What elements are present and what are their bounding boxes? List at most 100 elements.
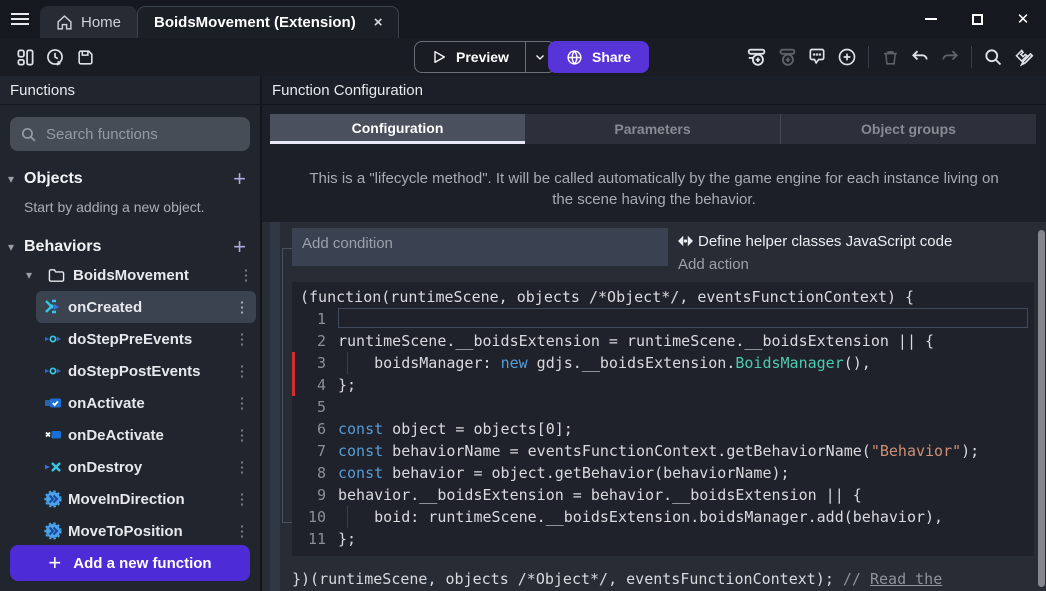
code-line[interactable]: 11 }; (292, 528, 1034, 550)
js-event-title[interactable]: Define helper classes JavaScript code (678, 228, 1034, 254)
share-label: Share (592, 49, 631, 65)
caret-down-icon[interactable]: ▾ (8, 172, 24, 186)
open-panels-button[interactable] (10, 42, 40, 72)
function-item-movetoposition[interactable]: MoveToPosition ⋮ (36, 515, 256, 547)
search-functions-box[interactable] (10, 117, 250, 151)
caret-down-icon[interactable]: ▾ (26, 268, 42, 282)
tab-close-icon[interactable]: × (374, 14, 383, 31)
toolbar-right (742, 42, 1038, 72)
code-line[interactable]: 5 (292, 396, 1034, 418)
kebab-menu-icon[interactable]: ⋮ (228, 298, 256, 316)
preview-button[interactable]: Preview (415, 42, 525, 72)
tab-object-groups[interactable]: Object groups (780, 114, 1036, 144)
objects-section-header[interactable]: ▾ Objects + (0, 165, 260, 193)
undo-button[interactable] (905, 42, 935, 72)
function-item-ondeactivate[interactable]: onDeActivate ⋮ (36, 419, 256, 451)
delete-button[interactable] (875, 42, 905, 72)
play-icon (431, 49, 447, 65)
add-subevent-icon (776, 46, 798, 68)
gear-function-icon (44, 490, 62, 508)
js-code-editor[interactable]: (function(runtimeScene, objects /*Object… (292, 282, 1034, 556)
tab-parameters[interactable]: Parameters (525, 114, 780, 144)
tab-object-groups-label: Object groups (861, 121, 956, 137)
add-event-button[interactable] (742, 42, 772, 72)
preview-label: Preview (456, 49, 509, 65)
events-left-rail (270, 222, 280, 591)
function-item-dostepprevents[interactable]: doStepPreEvents ⋮ (36, 323, 256, 355)
window-minimize-button[interactable] (908, 0, 954, 38)
function-item-label: MoveToPosition (68, 523, 228, 540)
window-maximize-button[interactable] (954, 0, 1000, 38)
kebab-menu-icon[interactable]: ⋮ (228, 394, 256, 412)
add-new-function-button[interactable]: + Add a new function (10, 545, 250, 581)
edit-extension-button[interactable] (1008, 42, 1038, 72)
add-object-button[interactable]: + (233, 168, 246, 190)
add-behavior-button[interactable]: + (233, 236, 246, 258)
function-item-label: onDeActivate (68, 427, 228, 444)
code-wrapper-footer: })(runtimeScene, objects /*Object*/, eve… (292, 568, 1034, 591)
code-line[interactable]: 1 (292, 308, 1034, 330)
search-events-button[interactable] (978, 42, 1008, 72)
events-scrollbar[interactable] (1038, 230, 1045, 587)
save-button[interactable] (70, 42, 100, 72)
kebab-menu-icon[interactable]: ⋮ (228, 490, 256, 508)
redo-button[interactable] (935, 42, 965, 72)
kebab-menu-icon[interactable]: ⋮ (232, 266, 260, 284)
panels-icon (16, 48, 35, 67)
globe-icon (566, 49, 583, 66)
function-item-onactivate[interactable]: onActivate ⋮ (36, 387, 256, 419)
kebab-menu-icon[interactable]: ⋮ (228, 330, 256, 348)
caret-down-icon[interactable]: ▾ (8, 240, 24, 254)
add-comment-button[interactable] (802, 42, 832, 72)
code-line[interactable]: 10 boid: runtimeScene.__boidsExtension.b… (292, 506, 1034, 528)
function-item-oncreated[interactable]: onCreated ⋮ (36, 291, 256, 323)
line-number: 11 (292, 528, 338, 550)
trash-icon (881, 48, 900, 67)
tab-boidsmovement[interactable]: BoidsMovement (Extension) × (137, 6, 399, 38)
line-number: 5 (292, 396, 338, 418)
history-icon (45, 47, 65, 67)
tab-parameters-label: Parameters (614, 121, 690, 137)
kebab-menu-icon[interactable]: ⋮ (228, 458, 256, 476)
tab-active-label: BoidsMovement (Extension) (154, 14, 356, 31)
tab-configuration[interactable]: Configuration (270, 114, 525, 144)
line-number: 4 (292, 374, 338, 396)
function-item-label: onActivate (68, 395, 228, 412)
code-line[interactable]: 3 boidsManager: new gdjs.__boidsExtensio… (292, 352, 1034, 374)
add-other-event-button[interactable] (832, 42, 862, 72)
gear-function-icon (44, 522, 62, 540)
main-menu-button[interactable] (0, 0, 40, 38)
code-line[interactable]: 6 const object = objects[0]; (292, 418, 1034, 440)
window-close-button[interactable]: ✕ (1000, 0, 1046, 38)
code-line[interactable]: 4 }; (292, 374, 1034, 396)
kebab-menu-icon[interactable]: ⋮ (228, 522, 256, 540)
function-item-ondestroy[interactable]: onDestroy ⋮ (36, 451, 256, 483)
history-button[interactable] (40, 42, 70, 72)
share-button[interactable]: Share (548, 41, 649, 73)
code-line[interactable]: 9 behavior.__boidsExtension = behavior._… (292, 484, 1034, 506)
search-functions-input[interactable] (46, 126, 240, 143)
code-wrapper-header: (function(runtimeScene, objects /*Object… (292, 286, 1034, 308)
line-number: 7 (292, 440, 338, 462)
code-line[interactable]: 7 const behaviorName = eventsFunctionCon… (292, 440, 1034, 462)
activate-icon (44, 394, 62, 412)
function-item-label: doStepPostEvents (68, 363, 228, 380)
kebab-menu-icon[interactable]: ⋮ (228, 426, 256, 444)
kebab-menu-icon[interactable]: ⋮ (228, 362, 256, 380)
code-line[interactable]: 8 const behavior = object.getBehavior(be… (292, 462, 1034, 484)
step-events-icon (44, 330, 62, 348)
behavior-group-boidsmovement[interactable]: ▾ BoidsMovement ⋮ (0, 261, 260, 289)
tab-home[interactable]: Home (40, 6, 137, 38)
behaviors-section-header[interactable]: ▾ Behaviors + (0, 233, 260, 261)
indent-guide (347, 506, 348, 528)
objects-header-label: Objects (24, 170, 233, 188)
add-subevent-button[interactable] (772, 42, 802, 72)
function-item-label: doStepPreEvents (68, 331, 228, 348)
add-condition-button[interactable]: Add condition (292, 228, 668, 266)
function-item-dosteppostevents[interactable]: doStepPostEvents ⋮ (36, 355, 256, 387)
function-item-moveindirection[interactable]: MoveInDirection ⋮ (36, 483, 256, 515)
code-line[interactable]: 2 runtimeScene.__boidsExtension = runtim… (292, 330, 1034, 352)
configuration-tabs: Configuration Parameters Object groups (270, 114, 1036, 144)
maximize-icon (972, 14, 983, 25)
add-action-button[interactable]: Add action (678, 254, 1034, 278)
